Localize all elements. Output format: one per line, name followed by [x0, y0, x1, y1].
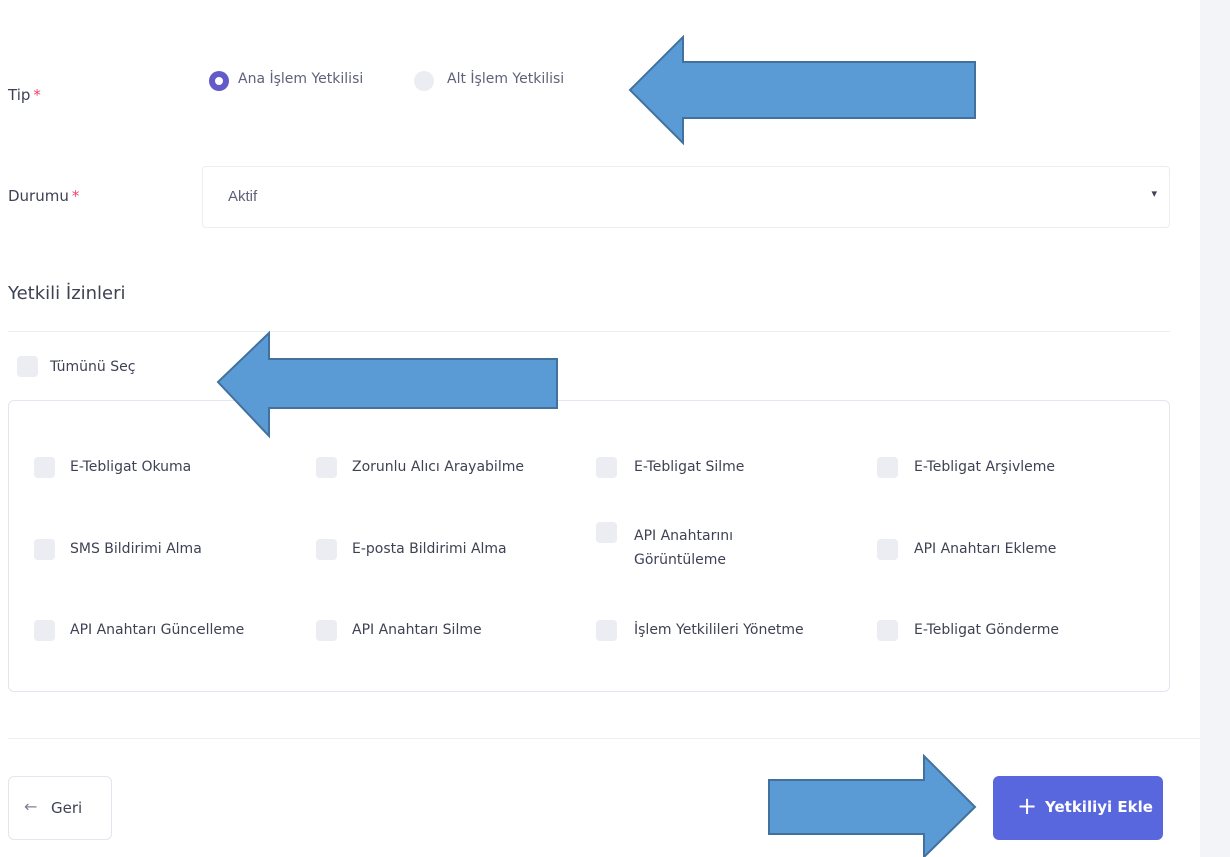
callout-arrow-icon — [216, 330, 558, 439]
callout-arrow-icon — [628, 34, 976, 146]
callout-arrow-icon — [768, 753, 977, 857]
annotation-arrows — [216, 34, 977, 857]
